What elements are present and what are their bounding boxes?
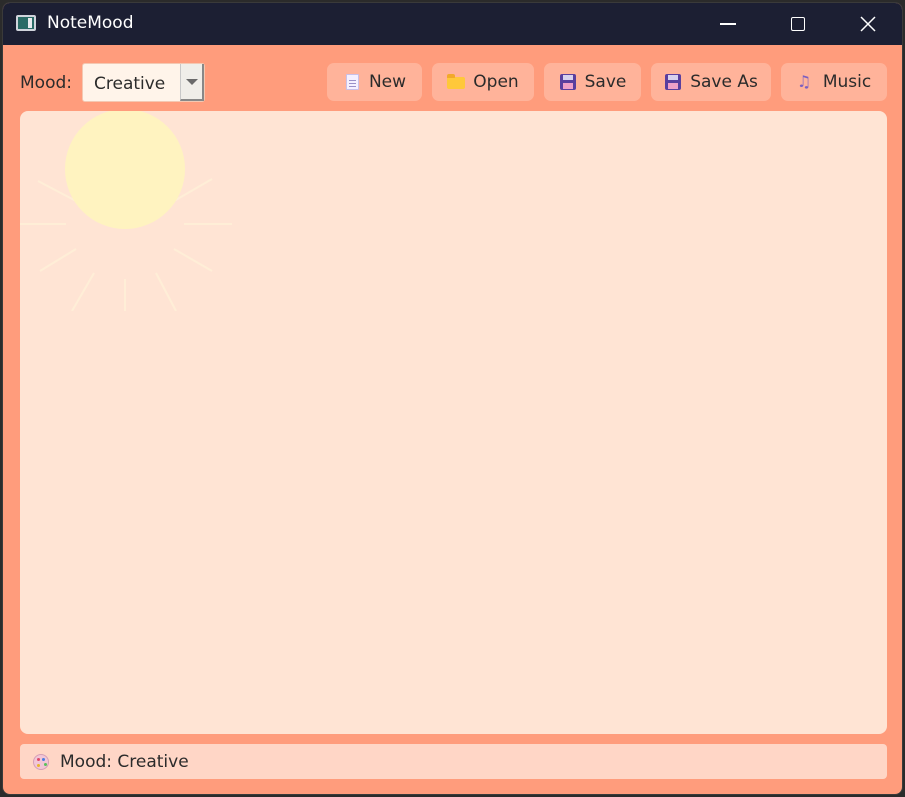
save-button-label: Save xyxy=(584,72,627,92)
floppy-disk-icon xyxy=(559,73,577,91)
mood-dropdown[interactable]: Creative xyxy=(82,63,205,102)
chevron-down-icon xyxy=(185,78,198,85)
minimize-icon xyxy=(720,23,736,25)
document-icon xyxy=(343,73,361,91)
save-as-button-label: Save As xyxy=(690,72,758,92)
new-button[interactable]: New xyxy=(327,63,422,101)
app-window: NoteMood Mood: Creative New Open Save Sa… xyxy=(2,2,903,795)
maximize-icon xyxy=(791,17,805,31)
new-button-label: New xyxy=(368,72,407,92)
music-note-icon: ♫ xyxy=(796,72,812,91)
mood-dropdown-value: Creative xyxy=(94,74,166,94)
sun-decoration xyxy=(20,111,250,326)
app-icon xyxy=(16,15,36,31)
status-bar: Mood: Creative xyxy=(20,744,887,779)
window-title: NoteMood xyxy=(47,13,134,33)
open-button-label: Open xyxy=(473,72,519,92)
maximize-button[interactable] xyxy=(763,3,833,45)
title-bar[interactable]: NoteMood xyxy=(3,3,902,45)
save-as-button[interactable]: Save As xyxy=(651,63,771,101)
floppy-disk-icon xyxy=(664,73,682,91)
minimize-button[interactable] xyxy=(693,3,763,45)
palette-icon xyxy=(33,754,49,770)
sun-icon xyxy=(65,111,185,229)
mood-label: Mood: xyxy=(20,73,72,93)
open-button[interactable]: Open xyxy=(432,63,534,101)
dropdown-arrow-button[interactable] xyxy=(180,64,204,101)
music-button-label: Music xyxy=(822,72,872,92)
text-editor[interactable] xyxy=(20,111,887,734)
music-button[interactable]: ♫ Music xyxy=(781,63,887,101)
close-icon xyxy=(860,16,876,32)
folder-icon xyxy=(447,73,466,91)
save-button[interactable]: Save xyxy=(544,63,641,101)
close-button[interactable] xyxy=(833,3,902,45)
status-text: Mood: Creative xyxy=(60,752,189,772)
